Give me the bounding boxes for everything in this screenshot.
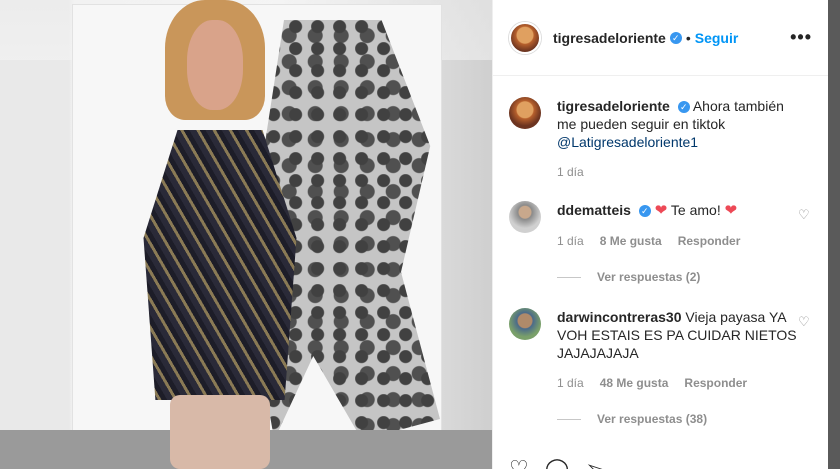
comment-time[interactable]: 1 día	[557, 234, 584, 248]
overlay-edge	[828, 0, 840, 469]
reply-button[interactable]: Responder	[684, 376, 747, 390]
comments-list: tigresadeloriente ✓ Ahora también me pue…	[493, 97, 828, 426]
red-heart-emoji-icon: ❤	[724, 202, 738, 219]
share-icon[interactable]: ➢	[585, 458, 603, 469]
follow-button[interactable]: Seguir	[695, 30, 739, 46]
post-side-panel: tigresadeloriente ✓ • Seguir ••• tigresa…	[492, 0, 828, 469]
comment-likes[interactable]: 48 Me gusta	[600, 376, 669, 390]
commenter-avatar[interactable]	[509, 308, 541, 340]
commenter-username[interactable]: darwincontreras30	[557, 309, 682, 325]
caption: tigresadeloriente ✓ Ahora también me pue…	[509, 97, 812, 179]
commenter-username[interactable]: ddematteis	[557, 202, 631, 218]
like-comment-heart-icon[interactable]: ♡	[798, 314, 812, 329]
caption-mention-link[interactable]: @Latigresadeloriente1	[557, 134, 698, 150]
comment-item: ddematteis ✓ ❤ Te amo! ❤ 1 día 8 Me gust…	[509, 201, 812, 284]
more-options-icon[interactable]: •••	[790, 27, 812, 48]
comment-item: darwincontreras30 Vieja payasa YA VOH ES…	[509, 308, 812, 426]
author-avatar[interactable]	[509, 97, 541, 129]
view-replies-label: Ver respuestas (2)	[597, 270, 701, 284]
post-video[interactable]	[0, 0, 492, 469]
replies-divider	[557, 418, 581, 420]
reply-button[interactable]: Responder	[678, 234, 741, 248]
replies-divider	[557, 276, 581, 278]
post-actions: ♡ ◯ ➢	[509, 458, 604, 469]
comment-time[interactable]: 1 día	[557, 376, 584, 390]
view-replies-label: Ver respuestas (38)	[597, 412, 708, 426]
caption-time[interactable]: 1 día	[557, 165, 584, 179]
view-replies-button[interactable]: Ver respuestas (38)	[557, 412, 797, 426]
caption-username[interactable]: tigresadeloriente	[557, 98, 670, 114]
like-comment-heart-icon[interactable]: ♡	[798, 207, 812, 222]
author-username[interactable]: tigresadeloriente	[553, 30, 666, 46]
separator-dot: •	[685, 29, 691, 46]
comment-icon[interactable]: ◯	[545, 458, 570, 469]
comment-text: Te amo!	[670, 202, 721, 218]
red-heart-emoji-icon: ❤	[654, 202, 668, 219]
verified-badge-icon: ✓	[638, 205, 651, 218]
video-person	[95, 0, 335, 469]
verified-badge-icon: ✓	[669, 31, 682, 44]
author-avatar[interactable]	[509, 21, 541, 54]
post-header: tigresadeloriente ✓ • Seguir •••	[493, 0, 828, 76]
comment-likes[interactable]: 8 Me gusta	[600, 234, 662, 248]
commenter-avatar[interactable]	[509, 201, 541, 233]
view-replies-button[interactable]: Ver respuestas (2)	[557, 270, 797, 284]
verified-badge-icon: ✓	[677, 101, 690, 114]
heart-icon[interactable]: ♡	[509, 458, 529, 469]
